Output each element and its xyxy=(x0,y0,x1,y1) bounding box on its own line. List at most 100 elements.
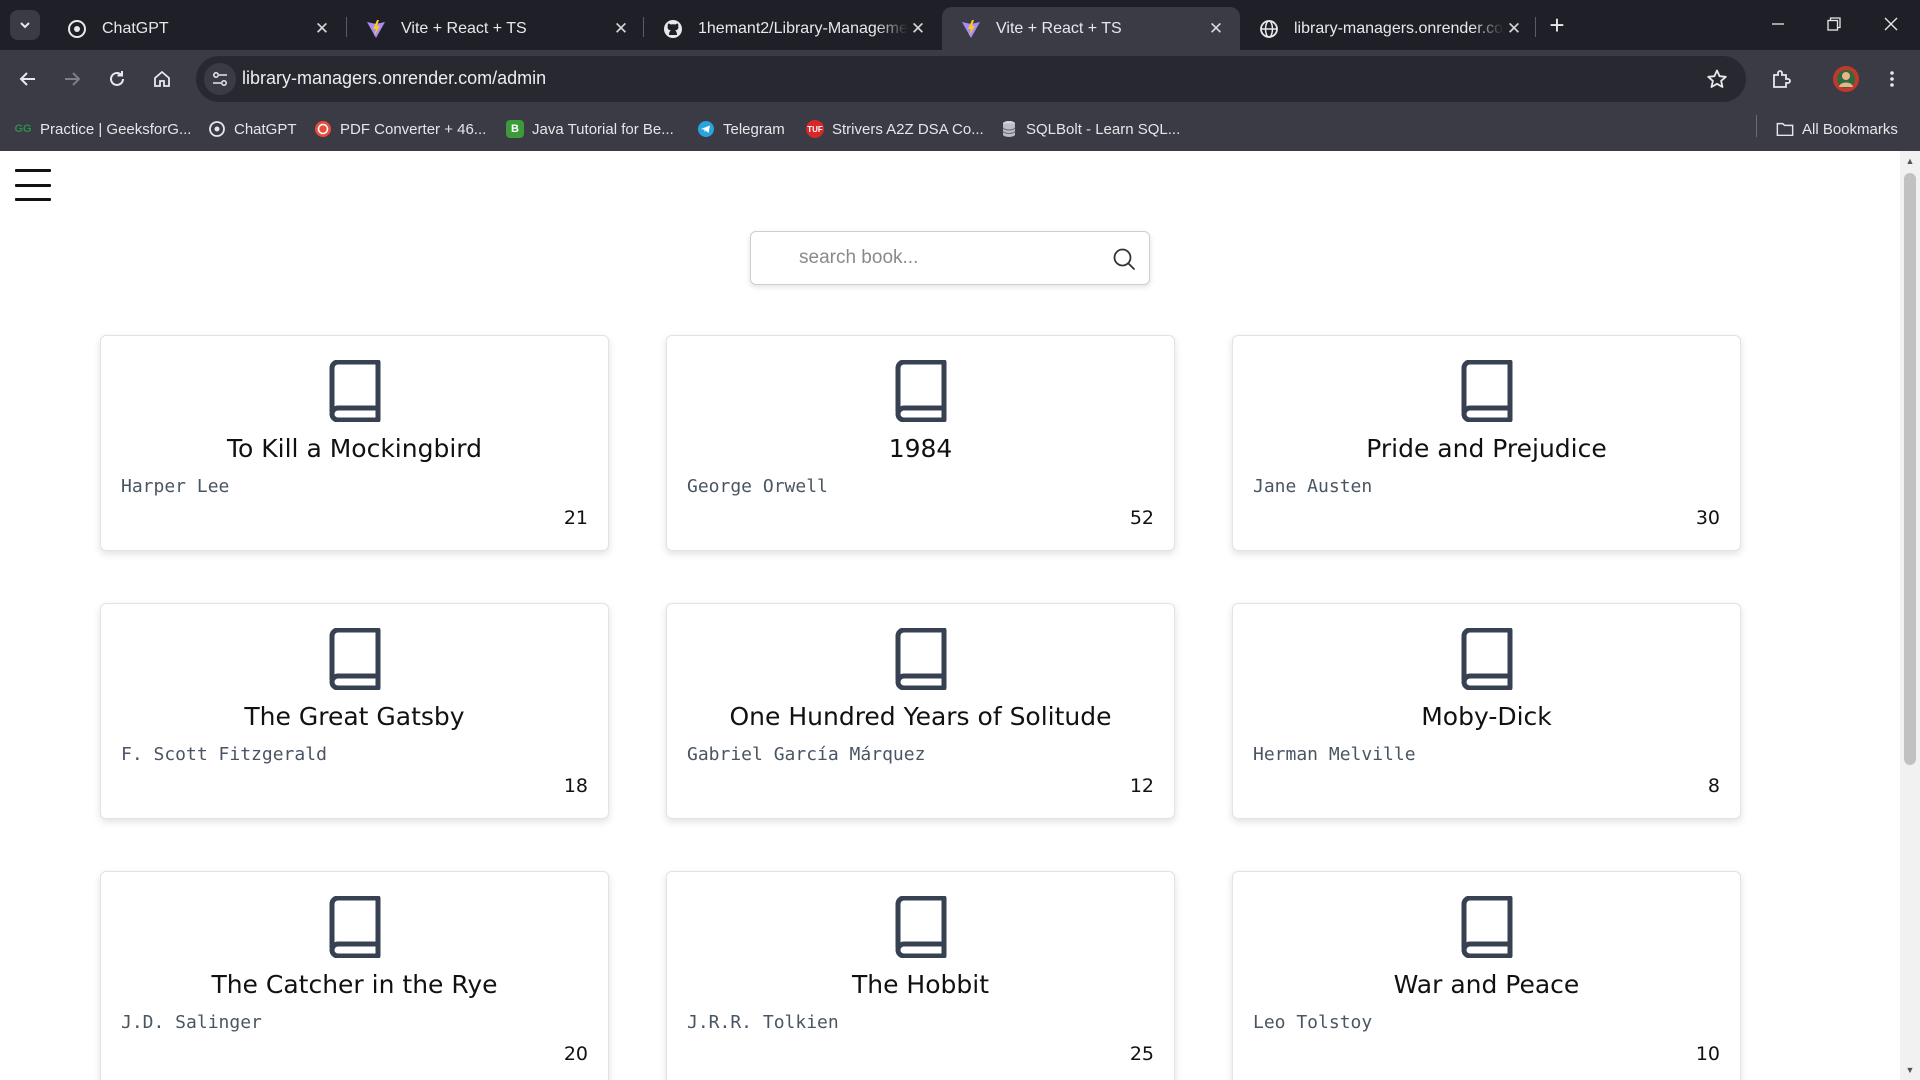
scrollbar[interactable]: ▲ ▼ xyxy=(1900,151,1920,1080)
hamburger-line xyxy=(15,169,51,172)
bookmark-star-button[interactable] xyxy=(1704,66,1730,92)
book-icon xyxy=(895,360,946,422)
book-title: War and Peace xyxy=(1393,970,1580,999)
bookmark-java-tutorial[interactable]: B Java Tutorial for Be... xyxy=(506,118,674,140)
forward-button[interactable] xyxy=(56,63,88,95)
book-card[interactable]: The Great Gatsby F. Scott Fitzgerald 18 xyxy=(100,603,609,819)
tab-title: library-managers.onrender.com xyxy=(1294,19,1504,37)
minimize-button[interactable] xyxy=(1750,0,1806,48)
arrow-right-icon xyxy=(65,72,81,86)
book-author: Leo Tolstoy xyxy=(1253,1012,1373,1033)
book-icon xyxy=(895,896,946,958)
home-button[interactable] xyxy=(146,63,178,95)
page-viewport: To Kill a Mockingbird Harper Lee 21 1984… xyxy=(0,151,1920,1080)
book-grid: To Kill a Mockingbird Harper Lee 21 1984… xyxy=(100,335,1743,1080)
reload-button[interactable] xyxy=(101,63,133,95)
book-count: 52 xyxy=(1129,507,1154,529)
bookmark-b-icon: B xyxy=(506,120,524,138)
extensions-button[interactable] xyxy=(1765,63,1797,95)
book-card[interactable]: The Hobbit J.R.R. Tolkien 25 xyxy=(666,871,1175,1080)
vite-icon xyxy=(960,18,982,40)
search-icon[interactable] xyxy=(1111,246,1137,272)
book-count: 18 xyxy=(563,775,588,797)
bookmark-chatgpt[interactable]: ChatGPT xyxy=(208,118,297,140)
vite-icon xyxy=(365,18,387,40)
book-title: One Hundred Years of Solitude xyxy=(729,702,1112,731)
reload-icon xyxy=(110,71,124,86)
hamburger-line xyxy=(15,198,51,201)
book-card[interactable]: One Hundred Years of Solitude Gabriel Ga… xyxy=(666,603,1175,819)
book-card[interactable]: To Kill a Mockingbird Harper Lee 21 xyxy=(100,335,609,551)
close-window-button[interactable] xyxy=(1863,0,1919,48)
book-count: 21 xyxy=(563,507,588,529)
scroll-down-arrow[interactable]: ▼ xyxy=(1904,1064,1916,1076)
close-icon[interactable]: ✕ xyxy=(1504,19,1524,39)
bookmark-telegram[interactable]: Telegram xyxy=(697,118,785,140)
address-bar[interactable]: library-managers.onrender.com/admin xyxy=(196,56,1746,102)
book-author: Jane Austen xyxy=(1253,476,1373,497)
openai-icon xyxy=(66,18,88,40)
bookmark-label: PDF Converter + 46... xyxy=(340,120,487,138)
book-card[interactable]: War and Peace Leo Tolstoy 10 xyxy=(1232,871,1741,1080)
chevron-down-icon xyxy=(20,22,30,29)
book-author: Harper Lee xyxy=(121,476,230,497)
book-card[interactable]: The Catcher in the Rye J.D. Salinger 20 xyxy=(100,871,609,1080)
close-icon xyxy=(1884,17,1898,31)
tab-strip: ChatGPT ✕ Vite + React + TS ✕ 1hemant2/L… xyxy=(0,0,1920,50)
book-author: J.D. Salinger xyxy=(121,1012,262,1033)
bookmark-label: SQLBolt - Learn SQL... xyxy=(1026,120,1181,138)
bookmark-sqlbolt[interactable]: SQLBolt - Learn SQL... xyxy=(1000,118,1180,140)
bookmark-label: Telegram xyxy=(723,120,785,138)
close-icon[interactable]: ✕ xyxy=(908,19,928,39)
tab-onrender[interactable]: library-managers.onrender.com ✕ xyxy=(1240,7,1538,50)
tab-chatgpt[interactable]: ChatGPT ✕ xyxy=(48,7,346,50)
book-count: 10 xyxy=(1695,1043,1720,1065)
book-title: To Kill a Mockingbird xyxy=(227,434,482,463)
bookmark-label: ChatGPT xyxy=(234,120,297,138)
menu-toggle-button[interactable] xyxy=(15,169,51,201)
new-tab-button[interactable]: + xyxy=(1543,12,1571,40)
bookmark-geeksforgeeks[interactable]: GG Practice | GeeksforG... xyxy=(14,118,191,140)
hamburger-line xyxy=(15,183,51,187)
book-icon xyxy=(329,896,380,958)
menu-button[interactable] xyxy=(1876,63,1908,95)
book-title: Moby-Dick xyxy=(1421,702,1552,731)
close-icon[interactable]: ✕ xyxy=(1206,19,1226,39)
back-button[interactable] xyxy=(12,63,44,95)
bookmark-strivers[interactable]: TUF Strivers A2Z DSA Co... xyxy=(806,118,984,140)
bookmark-label: Strivers A2Z DSA Co... xyxy=(832,120,984,138)
tab-title: Vite + React + TS xyxy=(401,19,527,37)
bookmark-pdf-converter[interactable]: PDF Converter + 46... xyxy=(314,118,486,140)
tune-icon xyxy=(213,72,227,86)
book-card[interactable]: Pride and Prejudice Jane Austen 30 xyxy=(1232,335,1741,551)
book-card[interactable]: Moby-Dick Herman Melville 8 xyxy=(1232,603,1741,819)
book-icon xyxy=(329,628,380,690)
url-text[interactable]: library-managers.onrender.com/admin xyxy=(242,68,546,89)
tab-title: 1hemant2/Library-Management xyxy=(698,19,908,37)
globe-icon xyxy=(1258,18,1280,40)
scrollbar-thumb[interactable] xyxy=(1904,173,1916,765)
minimize-icon xyxy=(1772,23,1784,25)
book-icon xyxy=(329,360,380,422)
restore-button[interactable] xyxy=(1806,0,1862,48)
tab-github[interactable]: 1hemant2/Library-Management ✕ xyxy=(644,7,942,50)
book-title: The Great Gatsby xyxy=(244,702,465,731)
book-count: 12 xyxy=(1129,775,1154,797)
book-author: J.R.R. Tolkien xyxy=(687,1012,839,1033)
all-bookmarks-button[interactable]: All Bookmarks xyxy=(1776,118,1898,140)
book-card[interactable]: 1984 George Orwell 52 xyxy=(666,335,1175,551)
profile-button[interactable] xyxy=(1830,63,1862,95)
book-count: 8 xyxy=(1707,775,1720,797)
tab-search-button[interactable] xyxy=(10,10,40,40)
book-icon xyxy=(1461,628,1512,690)
database-icon xyxy=(1000,120,1018,138)
tab-vite-active[interactable]: Vite + React + TS ✕ xyxy=(942,7,1240,50)
bookmarks-bar: GG Practice | GeeksforG... ChatGPT PDF C… xyxy=(0,108,1920,151)
search-input[interactable] xyxy=(799,232,1099,284)
close-icon[interactable]: ✕ xyxy=(611,19,631,39)
site-info-button[interactable] xyxy=(204,63,236,95)
scroll-up-arrow[interactable]: ▲ xyxy=(1904,155,1916,167)
search-box xyxy=(750,231,1150,285)
close-icon[interactable]: ✕ xyxy=(312,19,332,39)
tab-vite-1[interactable]: Vite + React + TS ✕ xyxy=(347,7,645,50)
